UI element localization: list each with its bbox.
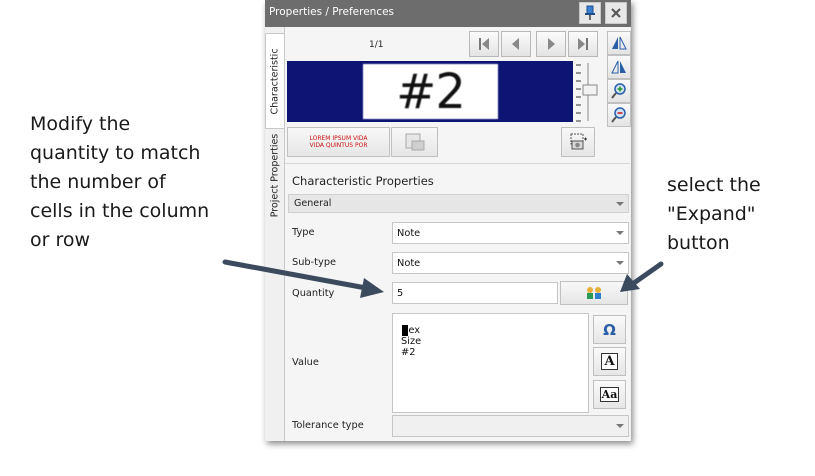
arrow-to-expand-button (620, 261, 664, 292)
arrow-to-quantity (222, 259, 384, 298)
annotation-arrows (222, 259, 664, 298)
